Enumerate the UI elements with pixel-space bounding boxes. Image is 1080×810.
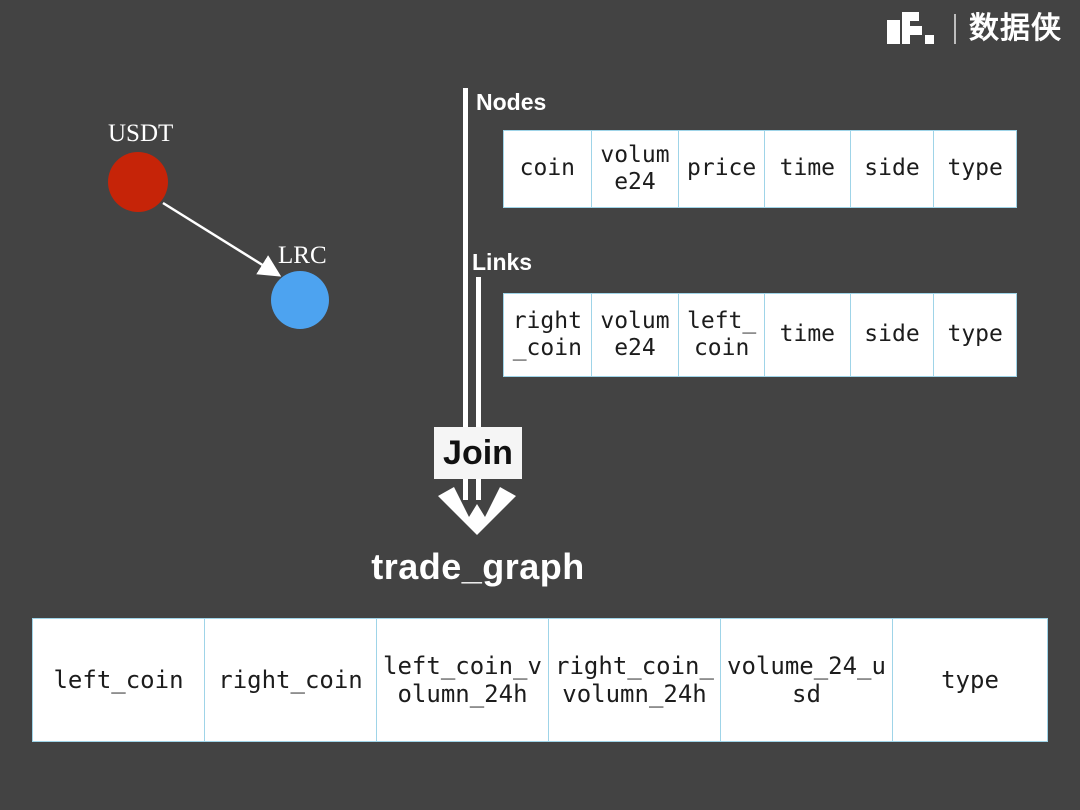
table-cell: side [850,131,935,207]
table-nodes: coin volume24 price time side type [503,130,1017,208]
table-cell: right_coin [205,619,377,741]
table-cell: type [934,131,1016,207]
graph-node-label-usdt: USDT [108,120,174,147]
table-cell: left_coin [679,294,765,376]
table-cell: side [850,294,935,376]
table-cell: time [764,131,851,207]
table-cell: price [679,131,765,207]
table-cell: left_coin [33,619,205,741]
table-cell: type [893,619,1047,741]
diagram-canvas: 数据侠 USDT LRC Nodes Links Join trade_grap… [0,0,1080,810]
graph-node-lrc[interactable] [271,271,329,329]
brand-name-cn: 数据侠 [969,11,1062,46]
graph-node-usdt[interactable] [108,152,168,212]
table-cell: volume_24_usd [721,619,893,741]
join-arrowhead-icon [438,487,516,535]
graph-illustration: USDT LRC [0,0,430,380]
brand-watermark: 数据侠 [887,8,1062,50]
dt-logo-icon [887,12,934,44]
table-cell: volume24 [591,131,680,207]
result-table-title: trade_graph [371,546,585,587]
section-label-links: Links [472,249,533,275]
table-cell: right_coin_volumn_24h [549,619,721,741]
graph-node-label-lrc: LRC [278,242,327,269]
table-cell: type [934,294,1016,376]
table-cell: left_coin_volumn_24h [377,619,549,741]
join-badge: Join [434,427,522,479]
table-links: right_coin volume24 left_coin time side … [503,293,1017,377]
join-label: Join [443,434,513,472]
brand-divider [954,14,956,44]
graph-edge-arrow [162,201,282,277]
table-cell: volume24 [591,294,680,376]
section-label-nodes: Nodes [476,89,547,115]
table-trade-graph: left_coin right_coin left_coin_volumn_24… [32,618,1048,742]
table-cell: coin [504,131,592,207]
table-cell: time [764,294,851,376]
table-cell: right_coin [504,294,592,376]
